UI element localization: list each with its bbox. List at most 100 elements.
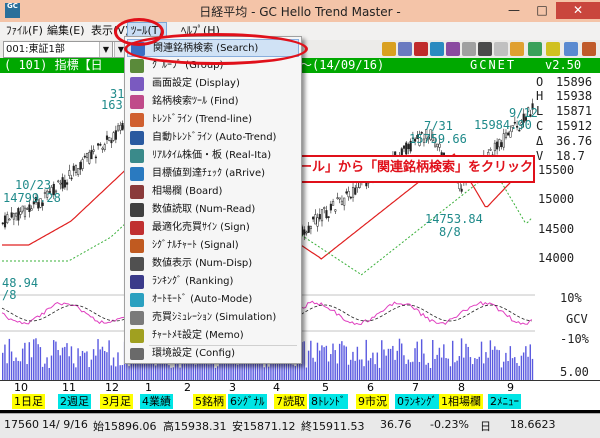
menu-item-find[interactable]: 銘柄検索ﾂｰﾙ (Find) bbox=[127, 93, 299, 111]
menu-item-ranking[interactable]: ﾗﾝｷﾝｸﾞ (Ranking) bbox=[127, 273, 299, 291]
menu-item-memo[interactable]: ﾁｬｰﾄﾒﾓ設定 (Memo) bbox=[127, 327, 299, 345]
minimize-button[interactable]: — bbox=[500, 2, 528, 19]
tab-ranking[interactable]: 0ﾗﾝｷﾝｸﾞ bbox=[395, 394, 439, 409]
menu-item-label: 数値表示 (Num-Disp) bbox=[152, 258, 253, 269]
volume-bar bbox=[179, 367, 181, 380]
tab-monthly[interactable]: 3月足 bbox=[100, 394, 133, 409]
toolbar-icon-3[interactable] bbox=[414, 42, 428, 56]
volume-bar bbox=[17, 360, 19, 380]
axis-label-close: 15912 bbox=[556, 119, 593, 133]
menu-item-board[interactable]: 相場欄 (Board) bbox=[127, 183, 299, 201]
volume-bar bbox=[239, 362, 241, 380]
volume-bar bbox=[531, 358, 534, 380]
tab-earnings[interactable]: 4業績 bbox=[140, 394, 173, 409]
volume-bar bbox=[343, 345, 345, 380]
volume-bar bbox=[522, 352, 525, 380]
volume-bar bbox=[509, 346, 512, 380]
volume-bar bbox=[88, 367, 90, 380]
tab-market[interactable]: 9市況 bbox=[356, 394, 389, 409]
toolbar-icon-5[interactable] bbox=[446, 42, 460, 56]
volume-bar bbox=[268, 366, 270, 380]
candle-body bbox=[318, 214, 321, 220]
toolbar-icon-11[interactable] bbox=[546, 42, 560, 56]
candle-body bbox=[502, 133, 505, 148]
candle-body bbox=[509, 130, 512, 138]
candle-body bbox=[504, 132, 508, 139]
toolbar-icon-1[interactable] bbox=[382, 42, 396, 56]
menu-item-signal[interactable]: ｼｸﾞﾅﾙﾁｬｰﾄ (Signal) bbox=[127, 237, 299, 255]
tab-menu[interactable]: 2ﾒﾆｭｰ bbox=[488, 394, 521, 409]
volume-bar bbox=[2, 352, 4, 380]
candle-body bbox=[496, 141, 499, 150]
volume-bar bbox=[358, 359, 361, 380]
toolbar-icon-2[interactable] bbox=[398, 42, 412, 56]
real-ita-icon bbox=[130, 149, 144, 163]
volume-bar bbox=[407, 359, 410, 380]
toolbar-icon-10[interactable] bbox=[528, 42, 542, 56]
volume-bar bbox=[336, 363, 339, 380]
menu-item-auto-mode[interactable]: ｵｰﾄﾓｰﾄﾞ (Auto-Mode) bbox=[127, 291, 299, 309]
toolbar-icon-9[interactable] bbox=[510, 42, 524, 56]
toolbar-icon-8[interactable] bbox=[494, 42, 508, 56]
menu-item-trend-line[interactable]: ﾄﾚﾝﾄﾞﾗｲﾝ (Trend-line) bbox=[127, 111, 299, 129]
menu-item-num-disp[interactable]: 数値表示 (Num-Disp) bbox=[127, 255, 299, 273]
candle-body bbox=[94, 156, 97, 159]
toolbar-icon-12[interactable] bbox=[564, 42, 578, 56]
market-select[interactable]: 001:東証1部 ▼ bbox=[3, 41, 113, 58]
num-disp-icon bbox=[130, 257, 144, 271]
candle-body bbox=[10, 212, 13, 218]
tab-read[interactable]: 7読取 bbox=[274, 394, 307, 409]
sign-icon bbox=[130, 221, 144, 235]
menu-item-auto-trend[interactable]: 自動ﾄﾚﾝﾄﾞﾗｲﾝ (Auto-Trend) bbox=[127, 129, 299, 147]
status-value: 18.6623 bbox=[510, 418, 556, 431]
tab-weekly[interactable]: 2週足 bbox=[58, 394, 91, 409]
menu-item-real-ita[interactable]: ﾘｱﾙﾀｲﾑ株価・板 (Real-Ita) bbox=[127, 147, 299, 165]
month-tick: 11 bbox=[62, 381, 76, 394]
volume-bar bbox=[520, 355, 523, 380]
volume-bar bbox=[345, 346, 347, 380]
volume-bar bbox=[451, 340, 454, 380]
volume-bar bbox=[68, 356, 70, 380]
toolbar-icon-6[interactable] bbox=[462, 42, 476, 56]
tab-trend[interactable]: 8ﾄﾚﾝﾄﾞ bbox=[309, 394, 348, 409]
volume-bar bbox=[99, 349, 101, 380]
volume-bar bbox=[376, 352, 379, 380]
candle-body bbox=[336, 197, 339, 199]
maximize-button[interactable]: □ bbox=[528, 2, 556, 19]
menu-item-sign[interactable]: 最適化売買ｻｲﾝ (Sign) bbox=[127, 219, 299, 237]
close-button[interactable]: ✕ bbox=[556, 2, 600, 19]
menu-item-config[interactable]: 環境設定 (Config) bbox=[127, 347, 299, 361]
tab-daily[interactable]: 1日足 bbox=[12, 394, 45, 409]
volume-bar bbox=[330, 354, 332, 380]
volume-bar bbox=[48, 367, 50, 380]
menu-item-arrive[interactable]: 目標値到達ﾁｪｯｸ (aRrive) bbox=[127, 165, 299, 183]
tab-signal[interactable]: 6ｼｸﾞﾅﾙ bbox=[228, 394, 267, 409]
candle-body bbox=[489, 149, 492, 151]
toolbar-icon-13[interactable] bbox=[582, 42, 596, 56]
candle-body bbox=[402, 145, 406, 149]
candle-body bbox=[108, 137, 111, 141]
toolbar-icon-4[interactable] bbox=[430, 42, 444, 56]
volume-bar bbox=[514, 357, 516, 380]
menu-edit[interactable]: 編集(E) bbox=[44, 23, 88, 39]
menu-item-simulation[interactable]: 売買ｼﾐｭﾚｰｼｮﾝ (Simulation) bbox=[127, 309, 299, 327]
menu-item-num-read[interactable]: 数値読取 (Num-Read) bbox=[127, 201, 299, 219]
volume-bar bbox=[389, 348, 392, 380]
tab-symbol[interactable]: 5銘柄 bbox=[193, 394, 226, 409]
signal-icon bbox=[130, 239, 144, 253]
volume-bar bbox=[367, 360, 370, 380]
volume-bar bbox=[425, 364, 427, 380]
candle-body bbox=[28, 204, 31, 212]
candle-body bbox=[72, 165, 75, 171]
volume-bar bbox=[112, 357, 115, 380]
toolbar-icon-7[interactable] bbox=[478, 42, 492, 56]
menu-file[interactable]: ﾌｧｲﾙ(F) bbox=[3, 23, 46, 39]
candle-body bbox=[303, 229, 306, 235]
menu-item-display[interactable]: 画面設定 (Display) bbox=[127, 75, 299, 93]
month-tick: 10 bbox=[14, 381, 28, 394]
volume-bar bbox=[230, 362, 232, 380]
tab-board[interactable]: 1相場欄 bbox=[439, 394, 483, 409]
candle-body bbox=[23, 207, 27, 218]
axis-label-15000: 15000 bbox=[538, 192, 575, 206]
axis-label-low: 15871 bbox=[556, 104, 593, 118]
